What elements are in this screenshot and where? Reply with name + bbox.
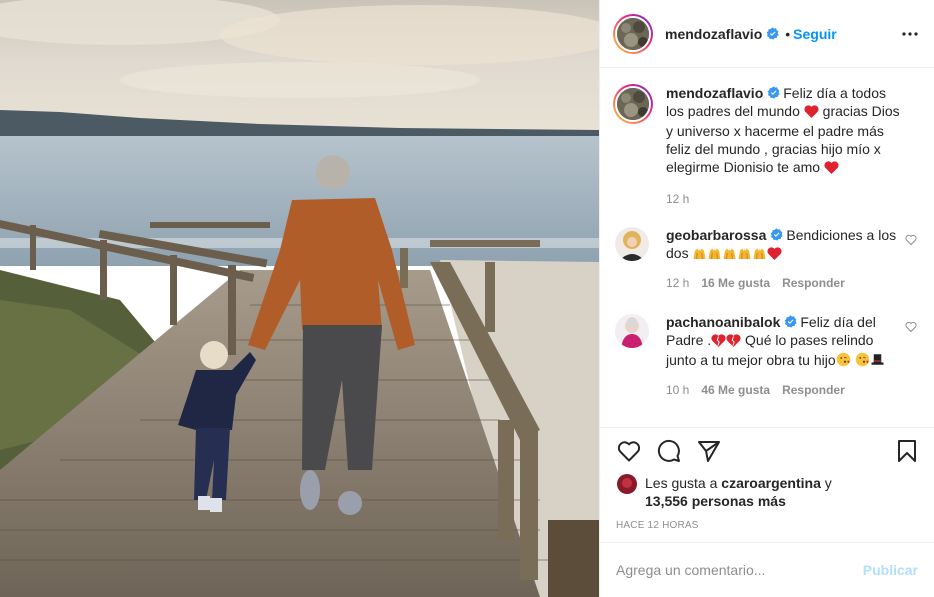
author-avatar[interactable] <box>613 13 653 54</box>
caption-meta: 12 h <box>666 192 906 206</box>
separator-dot: • <box>785 25 791 42</box>
comment-item: geobarbarossa Bendiciones a los dos 12 h1… <box>613 226 920 290</box>
raising-hands-emoji <box>722 246 737 264</box>
author-username[interactable]: mendozaflavio <box>665 26 762 42</box>
comment-like-heart-icon[interactable] <box>905 234 917 246</box>
raising-hands-emoji <box>737 246 752 264</box>
comment-meta: 12 h 16 Me gusta Responder <box>666 276 898 290</box>
caption-username[interactable]: mendozaflavio <box>666 85 763 101</box>
raising-hands-emoji <box>692 246 707 264</box>
reply-button[interactable]: Responder <box>782 383 845 397</box>
face-blowing-kiss-emoji <box>855 352 870 371</box>
more-options-icon[interactable] <box>900 24 920 44</box>
raising-hands-emoji <box>752 246 767 264</box>
red-heart-emoji <box>824 160 839 178</box>
likes-prefix: Les gusta a <box>645 475 722 492</box>
commenter-username[interactable]: pachanoanibalok <box>666 314 780 330</box>
share-icon[interactable] <box>696 438 722 464</box>
likes-summary: Les gusta a czaroargentina y 13,556 pers… <box>600 474 934 512</box>
post-header: mendozaflavio • Seguir <box>600 0 934 69</box>
caption: mendozaflavio Feliz día a todos los padre… <box>613 84 920 206</box>
post-photo[interactable] <box>0 0 599 597</box>
instagram-post-window: mendozaflavio • Seguir mendozaflavio Fel… <box>0 0 934 597</box>
comment-icon[interactable] <box>656 438 682 464</box>
top-hat-emoji <box>870 352 885 371</box>
likes-count[interactable]: 13,556 personas más <box>645 493 786 509</box>
caption-text-block: mendozaflavio Feliz día a todos los padre… <box>666 84 906 178</box>
post-timestamp[interactable]: HACE 12 HORAS <box>600 512 934 542</box>
add-comment-bar: Publicar <box>600 541 934 597</box>
verified-badge-icon <box>785 315 798 328</box>
caption-author-avatar[interactable] <box>613 84 653 125</box>
comment-likes[interactable]: 46 Me gusta <box>701 383 770 397</box>
publish-button[interactable]: Publicar <box>863 562 918 578</box>
face-blowing-kiss-emoji <box>836 352 851 371</box>
comments-list: mendozaflavio Feliz día a todos los padre… <box>600 68 934 426</box>
comment-likes[interactable]: 16 Me gusta <box>701 276 770 290</box>
comment-time[interactable]: 10 h <box>666 383 689 397</box>
verified-badge-icon <box>766 27 779 40</box>
post-side-panel: mendozaflavio • Seguir mendozaflavio Fel… <box>599 0 934 597</box>
commenter-avatar[interactable] <box>615 227 649 262</box>
reply-button[interactable]: Responder <box>782 276 845 290</box>
action-bar <box>600 426 934 475</box>
beach-boardwalk-photo <box>0 0 599 597</box>
comment-meta: 10 h 46 Me gusta Responder <box>666 383 898 397</box>
broken-heart-emoji <box>726 333 741 351</box>
caption-time[interactable]: 12 h <box>666 192 689 206</box>
liker-username[interactable]: czaroargentina <box>721 475 821 491</box>
broken-heart-emoji <box>711 333 726 351</box>
verified-badge-icon <box>771 228 784 241</box>
comment-like-heart-icon[interactable] <box>905 321 917 333</box>
red-heart-emoji <box>804 104 819 122</box>
heart-icon[interactable] <box>616 438 642 464</box>
verified-badge-icon <box>767 86 780 99</box>
commenter-username[interactable]: geobarbarossa <box>666 227 766 243</box>
commenter-avatar[interactable] <box>615 314 649 349</box>
comment-input[interactable] <box>616 561 863 578</box>
comment-item: pachanoanibalok Feliz día del Padre . Qué… <box>613 313 920 397</box>
comment-time[interactable]: 12 h <box>666 276 689 290</box>
red-heart-emoji <box>767 246 783 264</box>
likes-mid: y <box>820 475 832 492</box>
follow-button[interactable]: Seguir <box>793 26 837 42</box>
liker-avatar[interactable] <box>617 474 637 495</box>
raising-hands-emoji <box>707 246 722 264</box>
bookmark-icon[interactable] <box>894 438 920 464</box>
